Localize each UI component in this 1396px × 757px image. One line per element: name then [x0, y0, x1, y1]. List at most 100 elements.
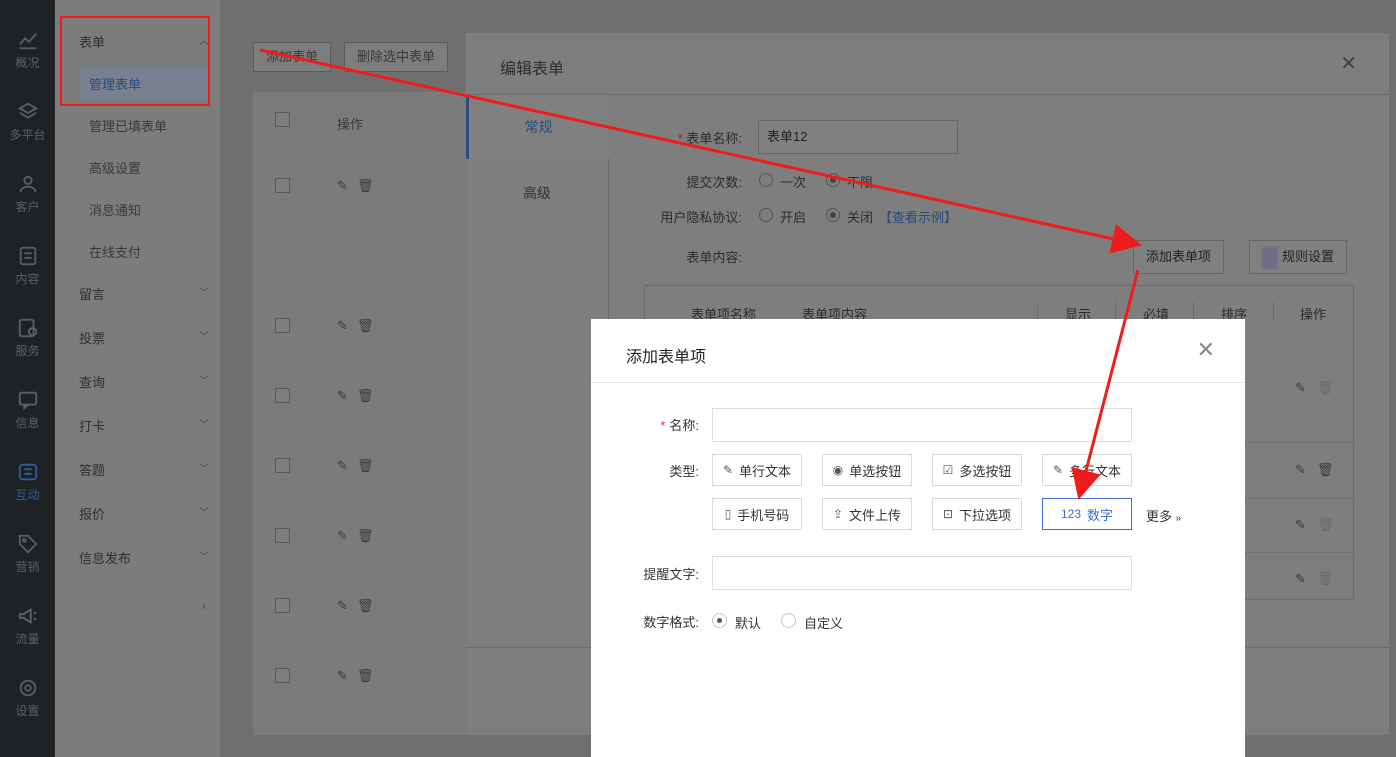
- form-name-input[interactable]: 表单12: [758, 120, 958, 154]
- chevron-down-icon: ﹀: [199, 332, 209, 343]
- menu-group-label: 留言: [79, 287, 106, 302]
- rail-item-multiplatform[interactable]: 多平台: [0, 86, 55, 158]
- privacy-on-radio[interactable]: [759, 208, 773, 222]
- edit-icon[interactable]: ✎: [337, 528, 348, 544]
- chart-icon: [18, 32, 37, 50]
- rail-item-traffic[interactable]: 流量: [0, 590, 55, 662]
- trash-icon[interactable]: 🗑: [357, 458, 374, 474]
- rail-item-customer[interactable]: 客户: [0, 158, 55, 230]
- type-phone-number[interactable]: ▯ 手机号码: [712, 498, 802, 530]
- hint-input[interactable]: [712, 556, 1132, 590]
- row-checkbox[interactable]: [275, 388, 290, 403]
- menu-group-publish[interactable]: 信息发布 ﹀: [79, 548, 209, 567]
- edit-icon[interactable]: ✎: [337, 178, 348, 194]
- menu-group-query[interactable]: 查询 ﹀: [79, 372, 209, 391]
- edit-icon[interactable]: ✎: [337, 668, 348, 684]
- rule-button-label: 规则设置: [1282, 249, 1335, 264]
- type-dropdown[interactable]: ⊡ 下拉选项: [932, 498, 1022, 530]
- menu-group-label: 打卡: [79, 419, 106, 434]
- add-item-button[interactable]: 添加表单项: [1133, 240, 1225, 274]
- edit-icon[interactable]: ✎: [1295, 462, 1306, 478]
- row-checkbox[interactable]: [275, 458, 290, 473]
- submit-count-label: 提交次数:: [686, 175, 742, 190]
- rail-label: 流量: [15, 632, 40, 646]
- submit-once-radio[interactable]: [759, 173, 773, 187]
- trash-icon[interactable]: 🗑: [357, 528, 374, 544]
- menu-group-checkin[interactable]: 打卡 ﹀: [79, 416, 209, 435]
- menu-group-vote[interactable]: 投票 ﹀: [79, 328, 209, 347]
- edit-icon[interactable]: ✎: [1295, 517, 1306, 533]
- close-icon[interactable]: ✕: [1340, 51, 1357, 76]
- format-default-radio[interactable]: [712, 613, 727, 628]
- edit-icon[interactable]: ✎: [337, 458, 348, 474]
- table-row: ✎ 🗑: [253, 500, 473, 570]
- type-file-upload[interactable]: ⇪ 文件上传: [822, 498, 912, 530]
- edit-icon[interactable]: ✎: [1295, 380, 1306, 396]
- trash-icon[interactable]: 🗑: [1317, 462, 1334, 478]
- double-chevron-down-icon: »: [1175, 513, 1182, 524]
- more-types-toggle[interactable]: 更多 »: [1146, 506, 1181, 525]
- trash-icon[interactable]: 🗑: [357, 178, 374, 194]
- menu-group-message[interactable]: 留言 ﹀: [79, 284, 209, 303]
- select-all-checkbox[interactable]: [275, 112, 290, 127]
- edit-icon[interactable]: ✎: [1295, 571, 1306, 587]
- edit-dialog-tabs: 常规 高级: [466, 95, 608, 735]
- rail-item-message[interactable]: 信息: [0, 374, 55, 446]
- privacy-off-radio[interactable]: [826, 208, 840, 222]
- name-input[interactable]: [712, 408, 1132, 442]
- menu-item-filled-forms[interactable]: 管理已填表单: [89, 116, 167, 135]
- rule-settings-button[interactable]: 规则设置: [1249, 240, 1348, 274]
- trash-icon[interactable]: 🗑: [357, 668, 374, 684]
- type-multi-line-text[interactable]: ✎ 多行文本: [1042, 454, 1132, 486]
- multiline-edit-icon: ✎: [1052, 463, 1064, 477]
- rail-item-overview[interactable]: 概况: [0, 14, 55, 86]
- submit-unlimited-radio[interactable]: [826, 173, 840, 187]
- chevron-down-icon: ﹀: [199, 552, 209, 563]
- add-item-dialog: 添加表单项 ✕ * 名称: 类型: ✎ 单行文本 ◉ 单选按钮 ☑ 多选按钮 ✎ 多行文本…: [591, 319, 1245, 757]
- rail-label: 互动: [15, 488, 40, 502]
- more-label: 更多: [1146, 509, 1173, 524]
- row-checkbox[interactable]: [275, 668, 290, 683]
- collapse-menu-icon[interactable]: ‹: [202, 597, 207, 613]
- service-icon: [18, 318, 37, 338]
- row-checkbox[interactable]: [275, 528, 290, 543]
- rail-item-marketing[interactable]: 营销: [0, 518, 55, 590]
- menu-group-quiz[interactable]: 答题 ﹀: [79, 460, 209, 479]
- view-example-link[interactable]: 【查看示例】: [879, 207, 957, 226]
- rail-item-service[interactable]: 服务: [0, 302, 55, 374]
- menu-group-quote[interactable]: 报价 ﹀: [79, 504, 209, 523]
- megaphone-icon: [18, 607, 37, 625]
- tab-general[interactable]: 常规: [466, 95, 608, 159]
- type-number[interactable]: 123 数字: [1042, 498, 1132, 530]
- type-label-text: 单选按钮: [849, 463, 902, 479]
- trash-icon[interactable]: 🗑: [357, 388, 374, 404]
- type-label-text: 数字: [1087, 507, 1114, 523]
- delete-selected-button[interactable]: 删除选中表单: [344, 42, 449, 72]
- row-checkbox[interactable]: [275, 598, 290, 613]
- rail-label: 内容: [15, 272, 40, 286]
- close-icon[interactable]: ✕: [1197, 339, 1215, 361]
- menu-item-advanced[interactable]: 高级设置: [89, 158, 141, 177]
- edit-icon[interactable]: ✎: [337, 318, 348, 334]
- edit-icon[interactable]: ✎: [337, 388, 348, 404]
- trash-icon: 🗑: [1317, 380, 1334, 395]
- row-checkbox[interactable]: [275, 178, 290, 193]
- menu-group-label: 报价: [79, 507, 106, 522]
- rail-item-settings[interactable]: 设置: [0, 662, 55, 734]
- column-header: 操作: [1300, 307, 1327, 322]
- trash-icon[interactable]: 🗑: [357, 318, 374, 334]
- privacy-label: 用户隐私协议:: [660, 210, 742, 225]
- type-radio-button[interactable]: ◉ 单选按钮: [822, 454, 912, 486]
- type-checkbox[interactable]: ☑ 多选按钮: [932, 454, 1022, 486]
- rail-item-interaction[interactable]: 互动: [0, 446, 55, 518]
- menu-item-payment[interactable]: 在线支付: [89, 242, 141, 261]
- trash-icon[interactable]: 🗑: [357, 598, 374, 614]
- type-single-line-text[interactable]: ✎ 单行文本: [712, 454, 802, 486]
- row-checkbox[interactable]: [275, 318, 290, 333]
- tab-advanced[interactable]: 高级: [466, 161, 608, 225]
- menu-item-notification[interactable]: 消息通知: [89, 200, 141, 219]
- rail-item-content[interactable]: 内容: [0, 230, 55, 302]
- edit-icon[interactable]: ✎: [337, 598, 348, 614]
- format-custom-radio[interactable]: [781, 613, 796, 628]
- add-form-button[interactable]: 添加表单: [253, 42, 332, 72]
